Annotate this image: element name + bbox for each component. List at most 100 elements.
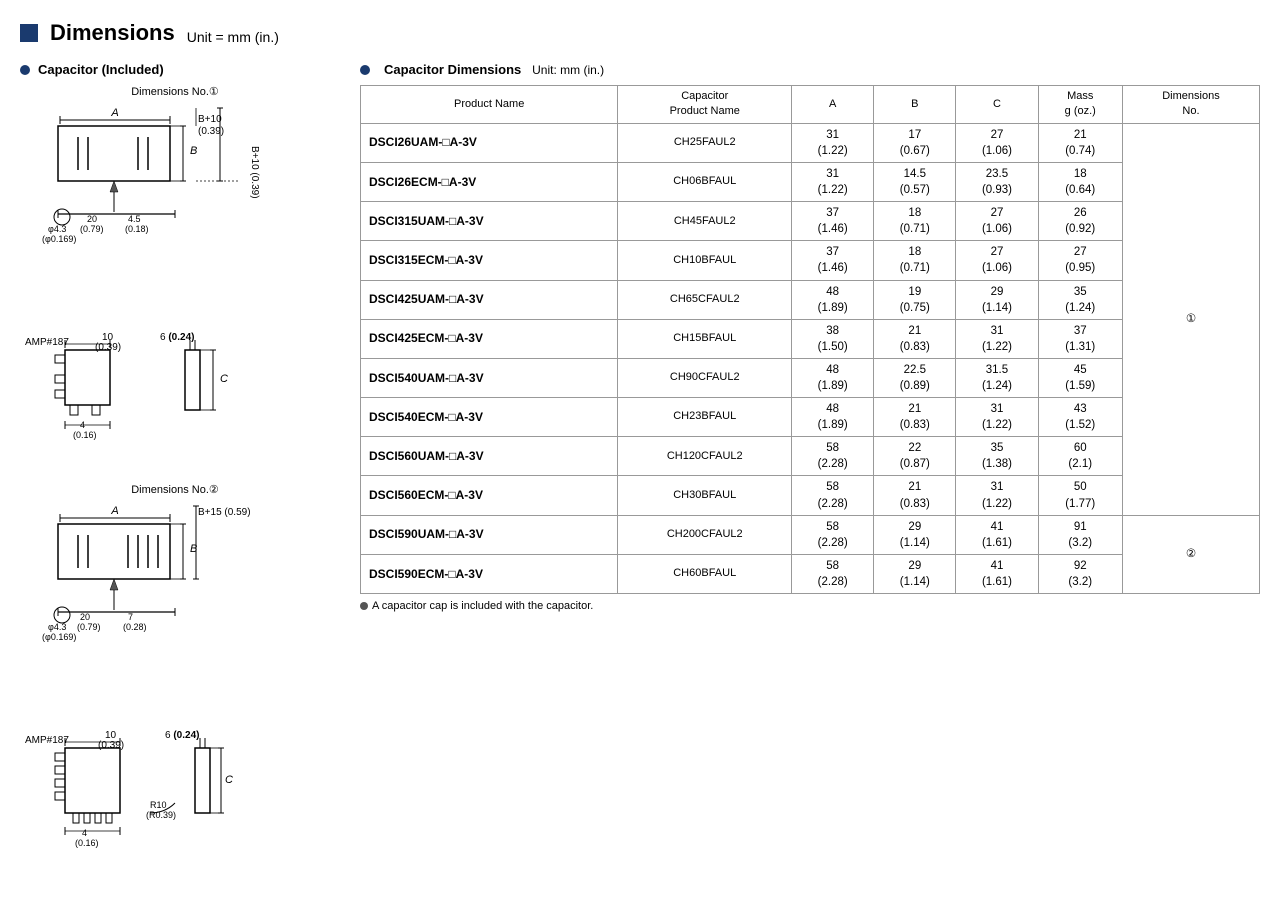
svg-text:(0.28): (0.28) bbox=[123, 622, 147, 632]
table-row: DSCI590UAM-□A-3VCH200CFAUL258(2.28)29(1.… bbox=[361, 515, 1260, 554]
table-row: DSCI26UAM-□A-3VCH25FAUL231(1.22)17(0.67)… bbox=[361, 123, 1260, 162]
left-section: Capacitor (Included) Dimensions No.① A B bbox=[20, 62, 330, 891]
svg-text:(0.79): (0.79) bbox=[80, 224, 104, 234]
svg-text:B+15 (0.59): B+15 (0.59) bbox=[198, 507, 251, 518]
col-b: B bbox=[874, 86, 956, 124]
cell-a: 31(1.22) bbox=[792, 162, 874, 201]
dimensions-table: Product Name CapacitorProduct Name A B C… bbox=[360, 85, 1260, 594]
diagram2b-svg: AMP#187 10 (0.39) 6 (0.24) bbox=[20, 698, 310, 868]
cell-cap-name: CH200CFAUL2 bbox=[618, 515, 792, 554]
svg-text:(0.79): (0.79) bbox=[77, 622, 101, 632]
title-square-icon bbox=[20, 24, 38, 42]
diagram1-label: Dimensions No.① bbox=[20, 85, 330, 98]
svg-text:A: A bbox=[110, 107, 118, 119]
svg-text:AMP#187: AMP#187 bbox=[25, 337, 69, 348]
cell-a: 48(1.89) bbox=[792, 280, 874, 319]
cell-cap-name: CH06BFAUL bbox=[618, 162, 792, 201]
cell-c: 35(1.38) bbox=[956, 437, 1038, 476]
cell-c: 31(1.22) bbox=[956, 476, 1038, 515]
cell-b: 18(0.71) bbox=[874, 202, 956, 241]
cell-a: 37(1.46) bbox=[792, 202, 874, 241]
svg-text:(φ0.169): (φ0.169) bbox=[42, 234, 76, 244]
cell-b: 21(0.83) bbox=[874, 319, 956, 358]
cell-mass: 43(1.52) bbox=[1038, 398, 1122, 437]
diagram1-container: Dimensions No.① A B bbox=[20, 85, 330, 463]
bullet-icon bbox=[20, 65, 30, 75]
diagram1-svg: A B B+10 (0.39) bbox=[20, 102, 310, 297]
cell-mass: 35(1.24) bbox=[1038, 280, 1122, 319]
col-c: C bbox=[956, 86, 1038, 124]
svg-text:4.5: 4.5 bbox=[128, 214, 141, 224]
svg-text:4: 4 bbox=[82, 828, 87, 838]
cell-c: 27(1.06) bbox=[956, 202, 1038, 241]
cell-mass: 60(2.1) bbox=[1038, 437, 1122, 476]
footnote: A capacitor cap is included with the cap… bbox=[360, 600, 1260, 612]
cell-mass: 37(1.31) bbox=[1038, 319, 1122, 358]
cell-b: 22.5(0.89) bbox=[874, 358, 956, 397]
svg-text:A: A bbox=[110, 505, 118, 517]
cell-cap-name: CH30BFAUL bbox=[618, 476, 792, 515]
cell-cap-name: CH120CFAUL2 bbox=[618, 437, 792, 476]
cell-product-name: DSCI590UAM-□A-3V bbox=[361, 515, 618, 554]
cell-cap-name: CH10BFAUL bbox=[618, 241, 792, 280]
col-cap-product-name: CapacitorProduct Name bbox=[618, 86, 792, 124]
svg-text:(0.16): (0.16) bbox=[75, 838, 99, 848]
table-bullet-icon bbox=[360, 65, 370, 75]
svg-text:C: C bbox=[220, 373, 228, 385]
table-title: Capacitor Dimensions Unit: mm (in.) bbox=[384, 62, 604, 77]
cell-c: 31(1.22) bbox=[956, 319, 1038, 358]
svg-text:R10: R10 bbox=[150, 800, 167, 810]
cell-product-name: DSCI315UAM-□A-3V bbox=[361, 202, 618, 241]
cell-b: 22(0.87) bbox=[874, 437, 956, 476]
cell-c: 29(1.14) bbox=[956, 280, 1038, 319]
cell-cap-name: CH45FAUL2 bbox=[618, 202, 792, 241]
svg-text:φ4.3: φ4.3 bbox=[48, 622, 66, 632]
page-title: Dimensions bbox=[20, 20, 175, 46]
cell-c: 41(1.61) bbox=[956, 554, 1038, 593]
cell-mass: 27(0.95) bbox=[1038, 241, 1122, 280]
col-mass: Massg (oz.) bbox=[1038, 86, 1122, 124]
cell-b: 29(1.14) bbox=[874, 554, 956, 593]
cell-mass: 26(0.92) bbox=[1038, 202, 1122, 241]
cell-c: 31.5(1.24) bbox=[956, 358, 1038, 397]
cell-cap-name: CH65CFAUL2 bbox=[618, 280, 792, 319]
cell-product-name: DSCI315ECM-□A-3V bbox=[361, 241, 618, 280]
cell-cap-name: CH60BFAUL bbox=[618, 554, 792, 593]
diagram1b-svg: AMP#187 10 (0.39) 6 (0.24) bbox=[20, 300, 310, 460]
col-product-name: Product Name bbox=[361, 86, 618, 124]
svg-text:20: 20 bbox=[80, 612, 90, 622]
cell-product-name: DSCI560UAM-□A-3V bbox=[361, 437, 618, 476]
svg-text:AMP#187: AMP#187 bbox=[25, 735, 69, 746]
cell-a: 58(2.28) bbox=[792, 437, 874, 476]
table-header-row-el: Product Name CapacitorProduct Name A B C… bbox=[361, 86, 1260, 124]
col-dim-no: DimensionsNo. bbox=[1122, 86, 1259, 124]
cell-product-name: DSCI425UAM-□A-3V bbox=[361, 280, 618, 319]
col-a: A bbox=[792, 86, 874, 124]
cell-a: 58(2.28) bbox=[792, 515, 874, 554]
table-header-row: Capacitor Dimensions Unit: mm (in.) bbox=[360, 62, 1260, 77]
cell-a: 48(1.89) bbox=[792, 358, 874, 397]
cell-mass: 18(0.64) bbox=[1038, 162, 1122, 201]
svg-text:B+10: B+10 bbox=[198, 114, 222, 125]
cell-product-name: DSCI590ECM-□A-3V bbox=[361, 554, 618, 593]
diagram2-svg: A B B+15 (0.59) bbox=[20, 500, 310, 695]
cell-mass: 92(3.2) bbox=[1038, 554, 1122, 593]
svg-text:(0.18): (0.18) bbox=[125, 224, 149, 234]
cell-b: 29(1.14) bbox=[874, 515, 956, 554]
cell-product-name: DSCI26UAM-□A-3V bbox=[361, 123, 618, 162]
cell-cap-name: CH90CFAUL2 bbox=[618, 358, 792, 397]
svg-text:20: 20 bbox=[87, 214, 97, 224]
cell-b: 19(0.75) bbox=[874, 280, 956, 319]
cell-mass: 45(1.59) bbox=[1038, 358, 1122, 397]
cell-cap-name: CH15BFAUL bbox=[618, 319, 792, 358]
cell-dim-no: ① bbox=[1122, 123, 1259, 515]
svg-text:B+10 (0.39): B+10 (0.39) bbox=[249, 146, 260, 199]
cell-a: 31(1.22) bbox=[792, 123, 874, 162]
cell-c: 27(1.06) bbox=[956, 123, 1038, 162]
cell-b: 18(0.71) bbox=[874, 241, 956, 280]
cell-cap-name: CH23BFAUL bbox=[618, 398, 792, 437]
cell-a: 58(2.28) bbox=[792, 476, 874, 515]
cell-b: 17(0.67) bbox=[874, 123, 956, 162]
cell-a: 48(1.89) bbox=[792, 398, 874, 437]
cell-a: 37(1.46) bbox=[792, 241, 874, 280]
